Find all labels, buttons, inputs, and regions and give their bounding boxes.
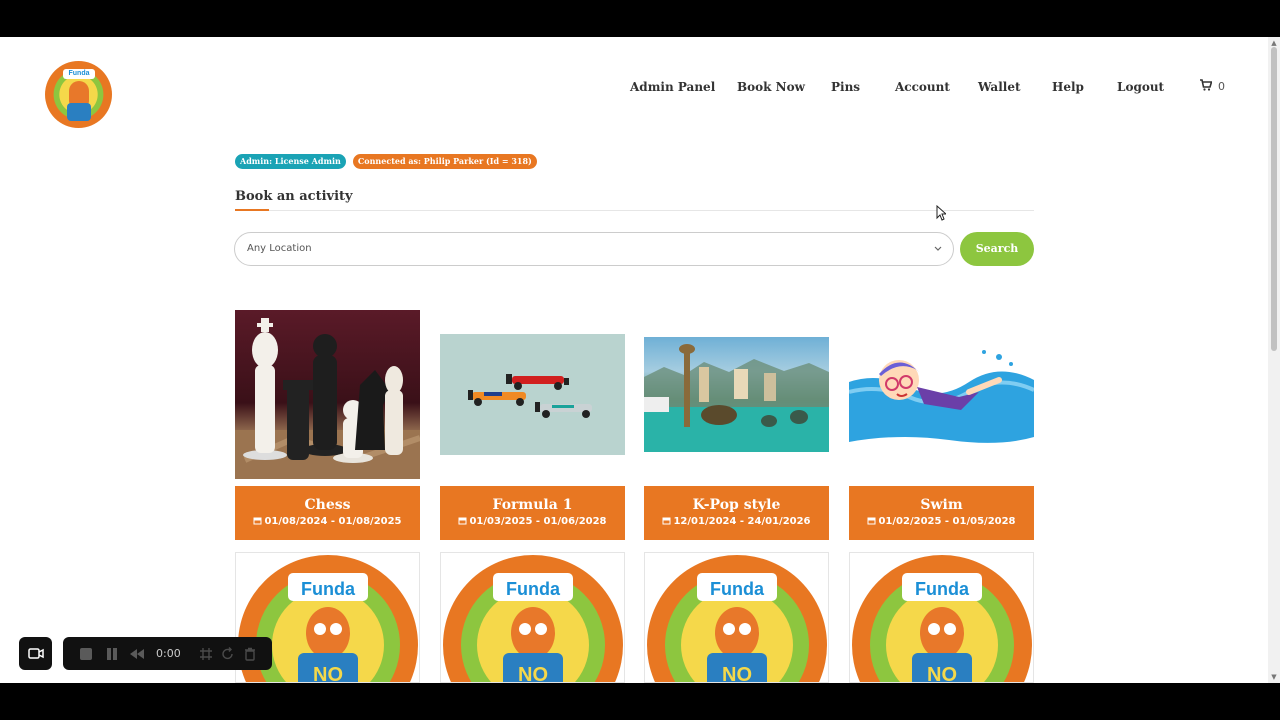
k-pop-style-image[interactable] [644, 337, 829, 452]
grid-icon[interactable] [199, 647, 213, 661]
activity-card-swim[interactable]: Swim 01/02/2025 - 01/05/2028 [849, 486, 1034, 540]
rewind-icon[interactable] [129, 648, 145, 660]
logo-mascot-body [67, 103, 91, 121]
title-accent-bar [235, 209, 269, 211]
activity-name: Formula 1 [492, 497, 573, 513]
placeholder-caption: NO [927, 664, 957, 683]
video-camera-icon [28, 648, 44, 659]
formula-1-image[interactable] [440, 334, 625, 455]
activity-name: Chess [304, 497, 351, 513]
calendar-icon [662, 517, 671, 525]
activity-card-placeholder[interactable]: Funda NO [644, 552, 829, 683]
chevron-down-icon [934, 246, 942, 251]
recording-time: 0:00 [156, 647, 181, 660]
activity-card-placeholder[interactable]: Funda NO [849, 552, 1034, 683]
activity-dates: 01/02/2025 - 01/05/2028 [878, 516, 1016, 527]
location-select[interactable]: Any Location [234, 232, 954, 266]
nav-book-now[interactable]: Book Now [737, 80, 805, 94]
activity-card-k-pop-style[interactable]: K-Pop style 12/01/2024 - 24/01/2026 [644, 486, 829, 540]
nav-pins[interactable]: Pins [831, 80, 860, 94]
city-lagoon-illustration [644, 344, 829, 452]
nav-wallet[interactable]: Wallet [978, 80, 1021, 94]
calendar-icon [458, 517, 467, 525]
page-scrollbar[interactable]: ▲ ▼ [1268, 37, 1280, 683]
trash-icon[interactable] [243, 647, 257, 661]
recorder-camera-button[interactable] [19, 637, 52, 670]
swim-image[interactable] [849, 342, 1034, 447]
chess-image[interactable] [235, 310, 420, 479]
activity-dates: 01/03/2025 - 01/06/2028 [469, 516, 607, 527]
funda-mascot-image: Funda NO [852, 555, 1032, 683]
nav-admin-panel[interactable]: Admin Panel [630, 80, 715, 94]
activity-card-chess[interactable]: Chess 01/08/2024 - 01/08/2025 [235, 486, 420, 540]
recorder-toolbar: 0:00 [63, 637, 272, 670]
cart-count: 0 [1218, 80, 1225, 93]
scrollbar-thumb[interactable] [1271, 47, 1277, 351]
nav-help[interactable]: Help [1052, 80, 1084, 94]
placeholder-caption: NO [518, 664, 548, 683]
nav-account[interactable]: Account [895, 80, 950, 94]
page-title: Book an activity [235, 189, 353, 204]
admin-badge: Admin: License Admin [235, 154, 346, 169]
nav-logout[interactable]: Logout [1117, 80, 1164, 94]
activity-dates: 12/01/2024 - 24/01/2026 [673, 516, 811, 527]
activity-name: K-Pop style [692, 497, 781, 513]
browser-viewport: Funda Admin Panel Book Now Pins Account … [0, 37, 1280, 683]
scroll-up-icon[interactable]: ▲ [1270, 39, 1278, 47]
letterbox-bottom [0, 683, 1280, 720]
logo-text: Funda [63, 69, 95, 79]
main-nav: Admin Panel Book Now Pins Account Wallet… [0, 80, 1280, 96]
status-badges: Admin: License Admin Connected as: Phili… [235, 154, 539, 169]
activity-name: Swim [920, 497, 963, 513]
calendar-icon [867, 517, 876, 525]
calendar-icon [253, 517, 262, 525]
letterbox-top [0, 0, 1280, 37]
location-select-value: Any Location [247, 243, 312, 254]
activity-dates: 01/08/2024 - 01/08/2025 [264, 516, 402, 527]
placeholder-caption: NO [313, 664, 343, 683]
funda-mascot-image: Funda NO [443, 555, 623, 683]
placeholder-brand: Funda [915, 579, 970, 599]
cart-icon [1200, 79, 1212, 91]
placeholder-caption: NO [722, 664, 752, 683]
activity-card-formula-1[interactable]: Formula 1 01/03/2025 - 01/06/2028 [440, 486, 625, 540]
mouse-cursor-icon [936, 205, 946, 221]
stop-icon[interactable] [79, 647, 93, 661]
race-cars-illustration [468, 374, 592, 418]
connected-as-badge: Connected as: Philip Parker (Id = 318) [352, 154, 537, 169]
swimmer-illustration [849, 350, 1034, 443]
placeholder-brand: Funda [301, 579, 356, 599]
pause-icon[interactable] [105, 647, 119, 661]
chess-pieces-illustration [235, 318, 420, 479]
scroll-down-icon[interactable]: ▼ [1270, 673, 1278, 681]
restart-icon[interactable] [221, 647, 235, 661]
search-button[interactable]: Search [960, 232, 1034, 266]
placeholder-brand: Funda [506, 579, 561, 599]
title-divider [235, 210, 1034, 211]
funda-mascot-image: Funda NO [647, 555, 827, 683]
cart-button[interactable]: 0 [1200, 79, 1225, 93]
placeholder-brand: Funda [710, 579, 765, 599]
activity-card-placeholder[interactable]: Funda NO [440, 552, 625, 683]
